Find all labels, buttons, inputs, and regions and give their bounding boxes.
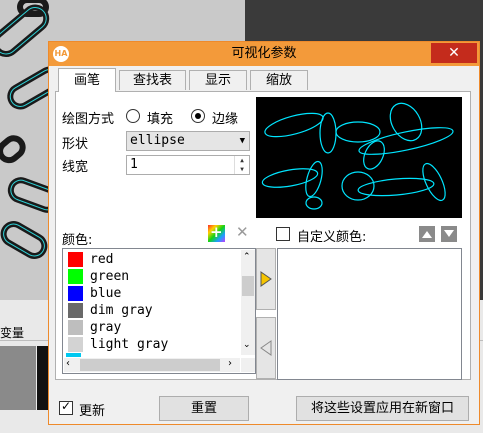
pen-preview: [256, 97, 462, 218]
arrow-up-icon: [422, 231, 432, 238]
color-name: blue: [90, 286, 122, 301]
scroll-down-icon[interactable]: ⌄: [243, 340, 251, 350]
list-item[interactable]: blue: [66, 285, 226, 302]
scroll-thumb[interactable]: [80, 359, 220, 371]
color-swatch: [68, 337, 83, 352]
move-down-button[interactable]: [441, 226, 457, 242]
edge-label: 边缘: [212, 112, 239, 127]
fill-label: 填充: [147, 112, 174, 127]
color-swatch: [68, 320, 83, 335]
move-up-button[interactable]: [419, 226, 435, 242]
list-item[interactable]: gray: [66, 319, 226, 336]
color-name: dim gray: [90, 303, 153, 318]
shape-value: ellipse: [130, 133, 185, 148]
color-swatch-partial: [66, 353, 81, 357]
move-right-button[interactable]: [256, 248, 276, 310]
visualization-params-dialog: HA 可视化参数 ✕ 画笔 查找表 显示 缩放 绘图方式 填充 边缘 形状 el…: [48, 41, 480, 425]
custom-colors-label: 自定义颜色:: [297, 230, 367, 245]
move-left-button[interactable]: [256, 317, 276, 379]
close-icon: ✕: [448, 45, 460, 61]
color-swatch: [68, 252, 83, 267]
color-swatch: [68, 269, 83, 284]
fill-radio[interactable]: [126, 109, 140, 123]
tab-display[interactable]: 显示: [189, 70, 247, 90]
custom-colors-checkbox[interactable]: [276, 227, 290, 241]
scroll-right-icon[interactable]: ›: [228, 358, 232, 369]
arrow-left-icon: [260, 340, 272, 356]
thumbnail[interactable]: [0, 346, 36, 410]
reset-button[interactable]: 重置: [159, 396, 249, 421]
vertical-scrollbar[interactable]: ⌃ ⌄: [241, 250, 255, 355]
line-width-value: 1: [130, 157, 138, 172]
tab-zoom[interactable]: 缩放: [250, 70, 308, 90]
list-item[interactable]: red: [66, 251, 226, 268]
line-width-stepper[interactable]: 1 ▲ ▼: [126, 155, 250, 175]
tab-lookup-table[interactable]: 查找表: [119, 70, 186, 90]
arrow-right-icon: [260, 271, 272, 287]
draw-mode-label: 绘图方式: [62, 112, 115, 127]
color-name: green: [90, 269, 130, 284]
custom-color-list[interactable]: [277, 248, 462, 380]
update-checkbox[interactable]: ✓: [59, 399, 73, 415]
scroll-thumb[interactable]: [242, 276, 254, 296]
color-swatch: [68, 286, 83, 301]
add-color-button[interactable]: +: [208, 223, 225, 242]
scroll-up-icon[interactable]: ⌃: [243, 252, 251, 262]
shape-select[interactable]: ellipse ▼: [126, 131, 250, 151]
color-swatch: [68, 303, 83, 318]
add-color-icon: +: [210, 223, 223, 241]
ellipse-preview-drawing: [261, 102, 454, 210]
color-list[interactable]: red green blue dim gray gray light gray …: [62, 248, 256, 374]
list-item[interactable]: dim gray: [66, 302, 226, 319]
close-button[interactable]: ✕: [431, 43, 477, 63]
variables-label: 变量: [0, 326, 25, 340]
edge-radio[interactable]: [191, 109, 205, 123]
color-name: red: [90, 252, 114, 267]
remove-color-icon: ✕: [236, 223, 249, 241]
remove-color-button[interactable]: ✕: [234, 223, 251, 242]
apply-new-window-button[interactable]: 将这些设置应用在新窗口: [296, 396, 469, 421]
color-name: gray: [90, 320, 122, 335]
list-item[interactable]: green: [66, 268, 226, 285]
checkmark-icon: ✓: [61, 399, 72, 413]
dialog-title: 可视化参数: [231, 46, 297, 61]
update-label: 更新: [79, 404, 106, 419]
horizontal-scrollbar[interactable]: ‹ ›: [64, 358, 240, 372]
tab-pen[interactable]: 画笔: [58, 68, 116, 92]
stepper-arrows-icon[interactable]: ▲ ▼: [234, 156, 249, 174]
scroll-corner: [241, 358, 255, 372]
color-name: light gray: [90, 337, 169, 352]
line-width-label: 线宽: [62, 160, 89, 175]
scroll-left-icon[interactable]: ‹: [66, 358, 70, 369]
chevron-down-icon: ▼: [239, 136, 245, 146]
colors-label: 颜色:: [62, 233, 93, 248]
arrow-down-icon: [444, 230, 454, 237]
shape-label: 形状: [62, 137, 89, 152]
list-item[interactable]: light gray: [66, 336, 226, 353]
